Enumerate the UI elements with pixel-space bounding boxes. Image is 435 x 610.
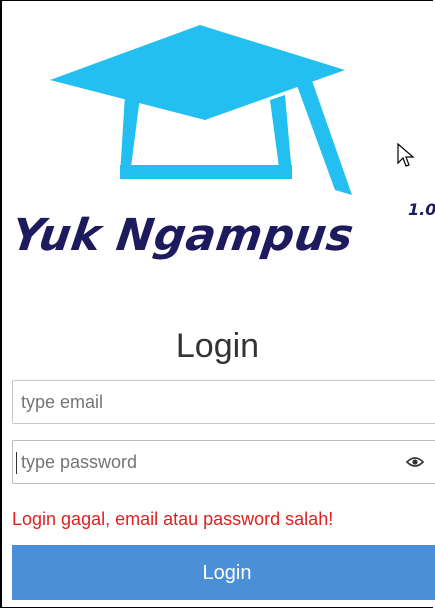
eye-icon[interactable] — [406, 455, 424, 469]
version-label: 1.0 — [408, 200, 435, 219]
text-caret — [16, 452, 17, 474]
login-button[interactable]: Login — [12, 545, 435, 600]
page-title: Login — [175, 327, 260, 365]
email-field[interactable] — [12, 380, 435, 424]
password-field[interactable] — [12, 440, 435, 484]
mouse-cursor-icon — [397, 143, 415, 167]
graduation-cap-icon — [50, 25, 352, 195]
brand-name: Yuk Ngampus — [8, 210, 357, 261]
error-message: Login gagal, email atau password salah! — [12, 509, 334, 529]
